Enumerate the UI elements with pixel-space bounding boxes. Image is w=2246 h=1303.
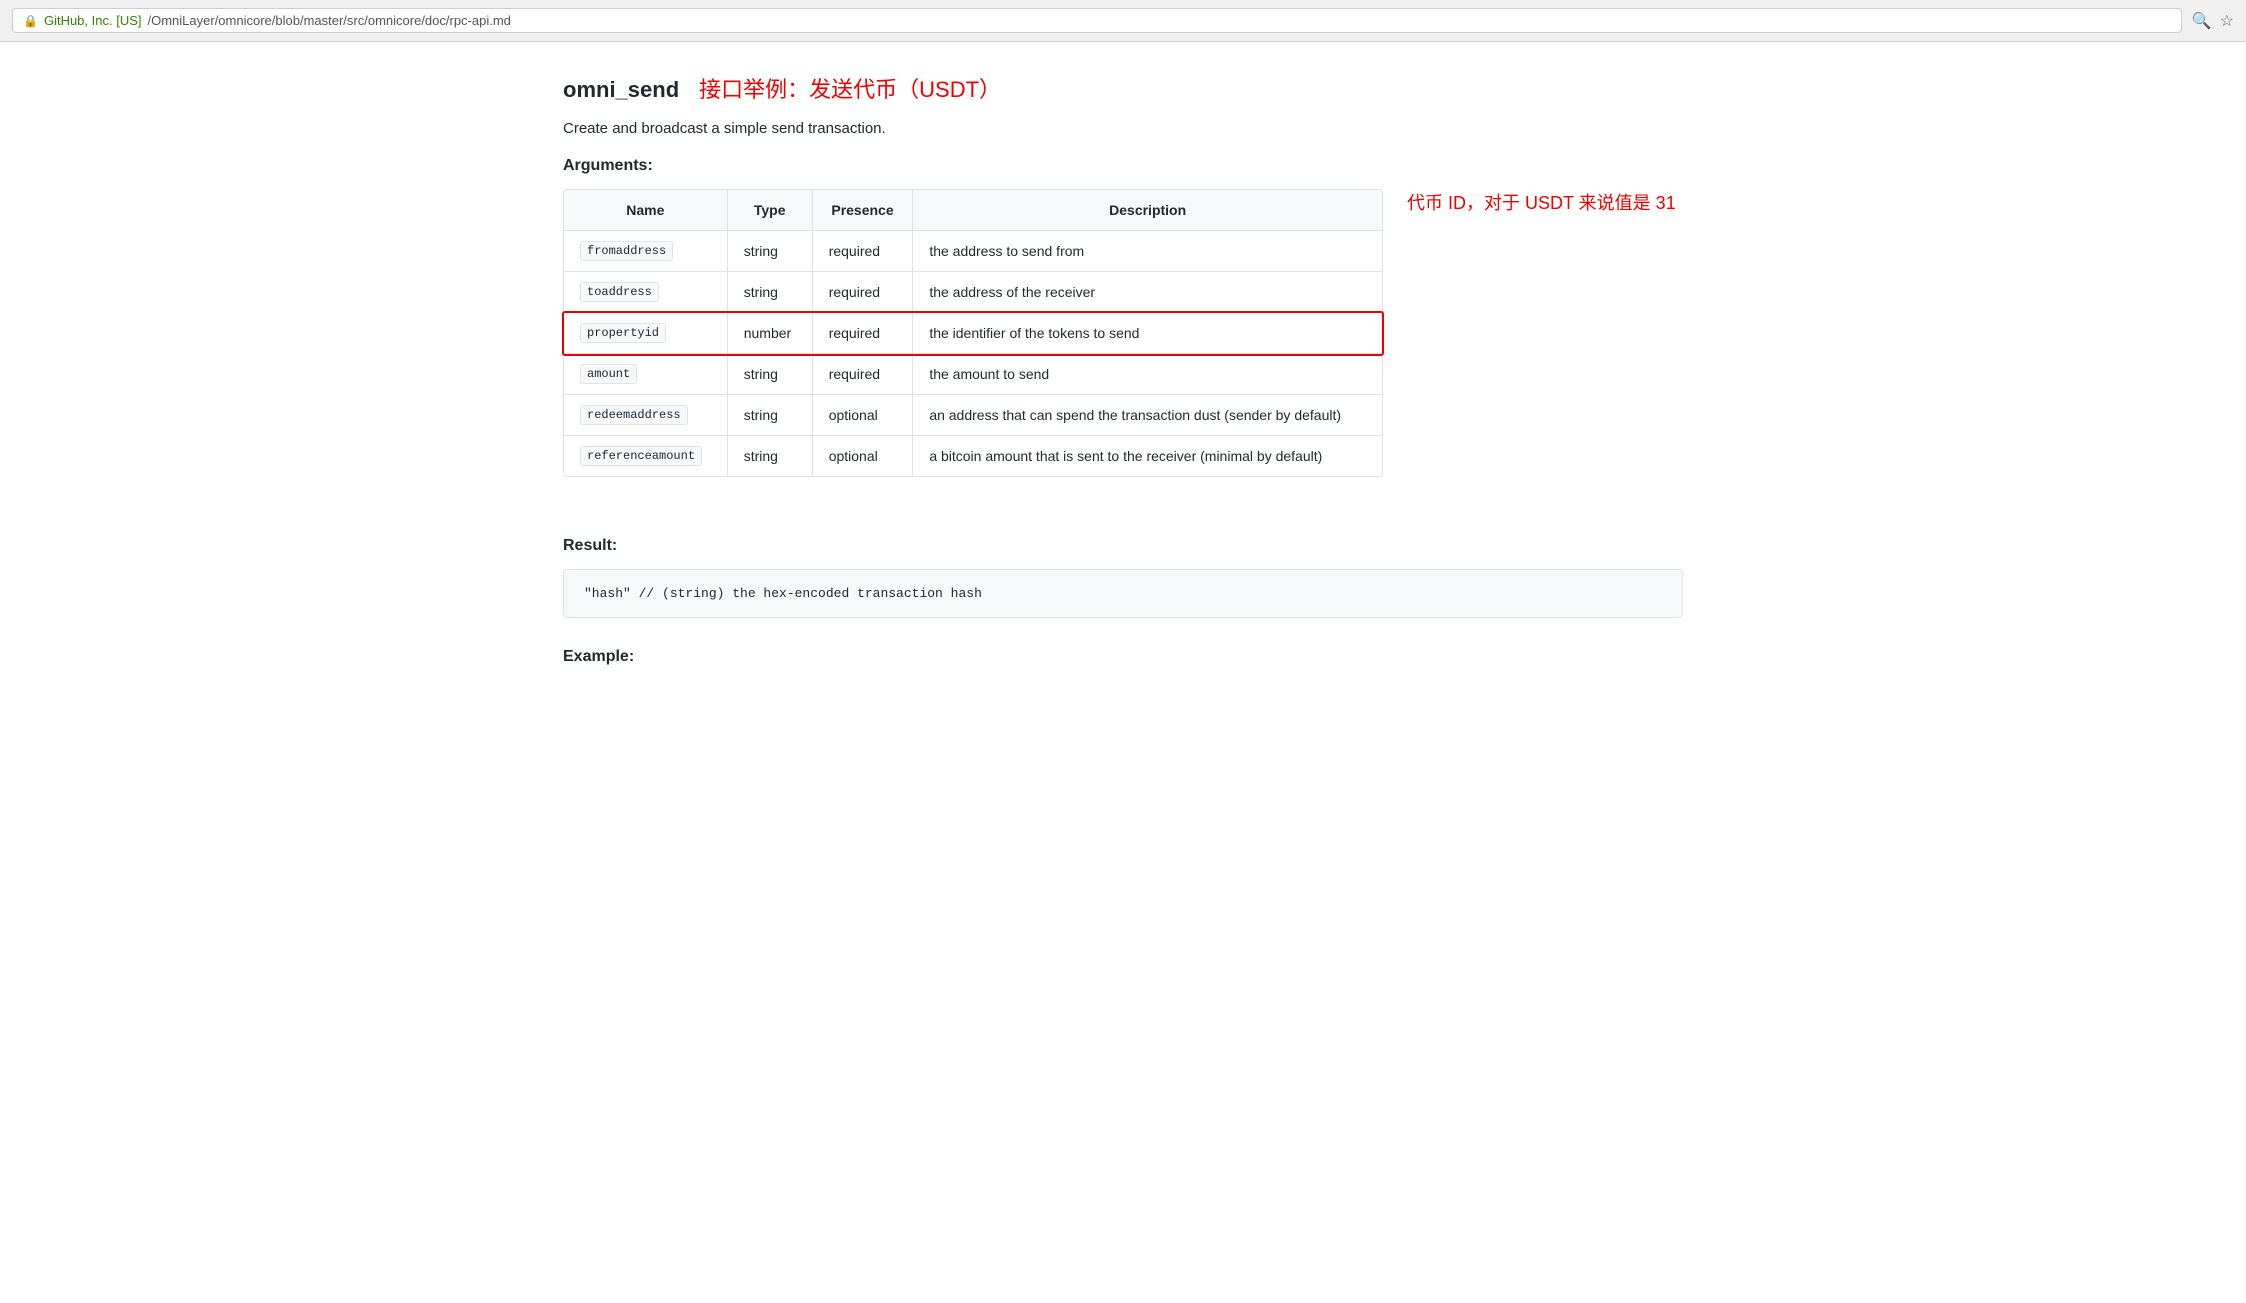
page-content: omni_send 接口举例：发送代币（USDT） Create and bro…	[523, 42, 1723, 710]
args-table-wrapper: Name Type Presence Description fromaddre…	[563, 189, 1383, 477]
browser-chrome: 🔒 GitHub, Inc. [US] /OmniLayer/omnicore/…	[0, 0, 2246, 42]
cell-type: string	[727, 231, 812, 272]
cell-name: redeemaddress	[564, 395, 727, 436]
url-origin: GitHub, Inc. [US]	[44, 13, 142, 28]
code-name: toaddress	[580, 282, 659, 302]
cell-name: fromaddress	[564, 231, 727, 272]
table-container: Name Type Presence Description fromaddre…	[563, 189, 1383, 507]
browser-icons: 🔍 ☆	[2192, 11, 2234, 31]
arguments-heading: Arguments:	[563, 157, 1683, 175]
code-name: referenceamount	[580, 446, 702, 466]
annotation-container: 代币 ID，对于 USDT 来说值是 31	[1383, 189, 1676, 215]
search-icon[interactable]: 🔍	[2192, 11, 2212, 31]
cell-name-propertyid: propertyid	[564, 313, 727, 354]
table-row: toaddress string required the address of…	[564, 272, 1382, 313]
cell-description: an address that can spend the transactio…	[913, 395, 1382, 436]
col-header-type: Type	[727, 190, 812, 231]
cell-type: string	[727, 272, 812, 313]
cell-type-propertyid: number	[727, 313, 812, 354]
page-description: Create and broadcast a simple send trans…	[563, 120, 1683, 137]
cell-description: the address of the receiver	[913, 272, 1382, 313]
cell-presence: required	[812, 272, 913, 313]
cell-presence-propertyid: required	[812, 313, 913, 354]
col-header-name: Name	[564, 190, 727, 231]
cell-description: a bitcoin amount that is sent to the rec…	[913, 436, 1382, 477]
arguments-table: Name Type Presence Description fromaddre…	[564, 190, 1382, 476]
cell-type: string	[727, 354, 812, 395]
cell-description: the amount to send	[913, 354, 1382, 395]
table-row: redeemaddress string optional an address…	[564, 395, 1382, 436]
lock-icon: 🔒	[23, 14, 38, 28]
col-header-presence: Presence	[812, 190, 913, 231]
table-header-row: Name Type Presence Description	[564, 190, 1382, 231]
col-header-description: Description	[913, 190, 1382, 231]
cell-type: string	[727, 436, 812, 477]
page-title-sub: 接口举例：发送代币（USDT）	[699, 72, 1001, 104]
cell-name: toaddress	[564, 272, 727, 313]
cell-presence: required	[812, 354, 913, 395]
cell-presence: optional	[812, 436, 913, 477]
code-propertyid: propertyid	[580, 323, 666, 343]
table-row-propertyid: propertyid number required the identifie…	[564, 313, 1382, 354]
url-path: /OmniLayer/omnicore/blob/master/src/omni…	[148, 13, 511, 28]
code-result-text: "hash" // (string) the hex-encoded trans…	[584, 586, 982, 601]
cell-type: string	[727, 395, 812, 436]
table-row: amount string required the amount to sen…	[564, 354, 1382, 395]
table-row: fromaddress string required the address …	[564, 231, 1382, 272]
code-name: redeemaddress	[580, 405, 688, 425]
cell-description-propertyid: the identifier of the tokens to send	[913, 313, 1382, 354]
code-name: amount	[580, 364, 637, 384]
table-row: referenceamount string optional a bitcoi…	[564, 436, 1382, 477]
annotation-text: 代币 ID，对于 USDT 来说值是 31	[1407, 189, 1676, 215]
cell-description: the address to send from	[913, 231, 1382, 272]
cell-name: referenceamount	[564, 436, 727, 477]
result-heading: Result:	[563, 537, 1683, 555]
page-title-main: omni_send	[563, 77, 679, 103]
cell-presence: required	[812, 231, 913, 272]
bookmark-icon[interactable]: ☆	[2220, 11, 2234, 31]
example-heading: Example:	[563, 648, 1683, 666]
title-row: omni_send 接口举例：发送代币（USDT）	[563, 72, 1683, 104]
cell-name: amount	[564, 354, 727, 395]
cell-presence: optional	[812, 395, 913, 436]
code-name: fromaddress	[580, 241, 673, 261]
code-block-result: "hash" // (string) the hex-encoded trans…	[563, 569, 1683, 618]
address-bar[interactable]: 🔒 GitHub, Inc. [US] /OmniLayer/omnicore/…	[12, 8, 2182, 33]
table-section: Name Type Presence Description fromaddre…	[563, 189, 1683, 507]
